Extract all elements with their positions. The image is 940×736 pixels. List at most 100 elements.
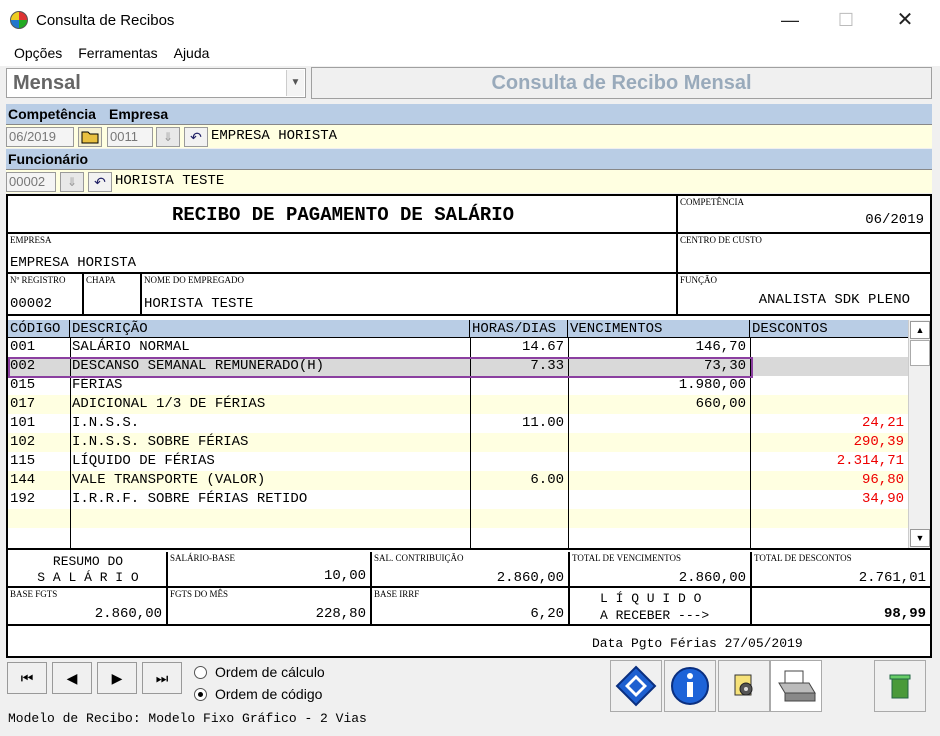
order-calc-radio[interactable]: Ordem de cálculo xyxy=(194,664,325,680)
total-descontos-value: 2.761,01 xyxy=(858,570,926,586)
total-vencimentos-cell: TOTAL DE VENCIMENTOS 2.860,00 xyxy=(570,552,752,588)
registro-cell: Nº REGISTRO 00002 xyxy=(8,274,84,316)
undo-icon[interactable]: ↶ xyxy=(184,127,208,147)
print-button[interactable] xyxy=(770,660,822,712)
settings-button[interactable] xyxy=(718,660,770,712)
title-bar: Consulta de Recibos — ☐ ✕ xyxy=(0,0,940,40)
table-row[interactable]: 144 VALE TRANSPORTE (VALOR) 6.00 96,80 xyxy=(8,471,908,490)
empresa-cell-label: EMPRESA xyxy=(10,235,52,245)
resumo-label-line2: S A L Á R I O xyxy=(37,570,139,585)
next-record-button[interactable]: ▶ xyxy=(97,662,137,694)
undo-icon[interactable]: ↶ xyxy=(88,172,112,192)
total-descontos-cell: TOTAL DE DESCONTOS 2.761,01 xyxy=(752,552,930,588)
competencia-empresa-fields: 06/2019 0011 ⇓ ↶ EMPRESA HORISTA xyxy=(6,124,932,148)
cell-vencimentos: 146,70 xyxy=(695,339,746,355)
cell-codigo: 192 xyxy=(10,491,36,507)
cell-descricao: DESCANSO SEMANAL REMUNERADO(H) xyxy=(72,358,325,374)
fgts-mes-label: FGTS DO MÊS xyxy=(170,589,229,599)
cell-codigo: 002 xyxy=(10,358,36,374)
funcao-label: FUNÇÃO xyxy=(680,275,718,285)
cell-descontos: 34,90 xyxy=(861,491,904,507)
cell-descontos: 290,39 xyxy=(853,434,904,450)
fgts-mes-value: 228,80 xyxy=(315,606,366,622)
cell-descontos: 2.314,71 xyxy=(836,453,904,469)
last-record-button[interactable]: ⏭ xyxy=(142,662,182,694)
funcionario-name: HORISTA TESTE xyxy=(115,173,225,189)
cell-codigo: 115 xyxy=(10,453,36,469)
funcionario-code-input[interactable]: 00002 xyxy=(6,172,56,192)
modelo-recibo-status: Modelo de Recibo: Modelo Fixo Gráfico - … xyxy=(8,711,367,726)
table-row[interactable]: 192 I.R.R.F. SOBRE FÉRIAS RETIDO 34,90 xyxy=(8,490,908,509)
close-button[interactable]: ✕ xyxy=(893,8,917,32)
cell-codigo: 017 xyxy=(10,396,36,412)
competencia-cell-value: 06/2019 xyxy=(865,212,924,228)
base-fgts-label: BASE FGTS xyxy=(10,589,58,599)
app-icon xyxy=(10,11,28,29)
radio-checked-icon[interactable] xyxy=(194,687,207,701)
first-record-button[interactable]: ⏮ xyxy=(7,662,47,694)
funcionario-label-bar: Funcionário xyxy=(6,149,932,169)
empresa-name: EMPRESA HORISTA xyxy=(211,128,338,144)
empresa-cell-value: EMPRESA HORISTA xyxy=(10,255,137,271)
resumo-label-line1: RESUMO DO xyxy=(52,554,124,569)
window-title: Consulta de Recibos xyxy=(36,11,175,29)
download-icon[interactable]: ⇓ xyxy=(156,127,180,147)
funcao-cell: FUNÇÃO ANALISTA SDK PLENO xyxy=(678,274,930,316)
chevron-down-icon[interactable]: ▼ xyxy=(286,70,304,96)
table-row[interactable]: 001 SALÁRIO NORMAL 14.67 146,70 xyxy=(8,338,908,357)
order-code-label: Ordem de código xyxy=(215,686,323,702)
empresa-code-input[interactable]: 0011 xyxy=(107,127,153,147)
radio-icon[interactable] xyxy=(194,665,207,679)
minimize-button[interactable]: — xyxy=(778,8,802,32)
table-row[interactable]: 015 FÉRIAS 1.980,00 xyxy=(8,376,908,395)
centro-custo-cell: CENTRO DE CUSTO xyxy=(678,234,930,274)
competencia-label: Competência xyxy=(8,106,96,122)
mode-select[interactable]: Mensal ▼ xyxy=(6,68,306,98)
maximize-button[interactable]: ☐ xyxy=(834,8,858,32)
delete-button[interactable] xyxy=(874,660,926,712)
col-horas: HORAS/DIAS xyxy=(470,320,568,338)
table-row[interactable]: 101 I.N.S.S. 11.00 24,21 xyxy=(8,414,908,433)
liquido-value: 98,99 xyxy=(883,606,926,622)
items-scrollbar[interactable]: ▲ ▼ xyxy=(908,320,930,548)
col-vencimentos: VENCIMENTOS xyxy=(568,320,750,338)
navigate-button[interactable] xyxy=(610,660,662,712)
table-row[interactable]: 102 I.N.S.S. SOBRE FÉRIAS 290,39 xyxy=(8,433,908,452)
cell-vencimentos: 1.980,00 xyxy=(678,377,746,393)
table-row[interactable]: 115 LÍQUIDO DE FÉRIAS 2.314,71 xyxy=(8,452,908,471)
menu-opcoes[interactable]: Opções xyxy=(0,45,70,61)
base-fgts-value: 2.860,00 xyxy=(94,606,162,622)
sal-contribuicao-value: 2.860,00 xyxy=(496,570,564,586)
total-vencimentos-value: 2.860,00 xyxy=(678,570,746,586)
menu-ferramentas[interactable]: Ferramentas xyxy=(70,45,165,61)
cell-descricao: I.N.S.S. SOBRE FÉRIAS xyxy=(72,434,249,450)
chapa-cell: CHAPA xyxy=(84,274,142,316)
info-icon xyxy=(671,667,709,705)
scroll-thumb[interactable] xyxy=(910,340,930,366)
table-row[interactable]: 002 DESCANSO SEMANAL REMUNERADO(H) 7.33 73,… xyxy=(8,357,908,376)
download-icon[interactable]: ⇓ xyxy=(60,172,84,192)
table-row[interactable]: 017 ADICIONAL 1/3 DE FÉRIAS 660,00 xyxy=(8,395,908,414)
scroll-up-icon[interactable]: ▲ xyxy=(910,321,930,339)
mode-select-value: Mensal xyxy=(13,72,81,94)
competencia-input[interactable]: 06/2019 xyxy=(6,127,74,147)
base-fgts-cell: BASE FGTS 2.860,00 xyxy=(8,588,168,626)
cell-descontos: 24,21 xyxy=(861,415,904,431)
col-divider xyxy=(568,338,569,548)
folder-icon[interactable] xyxy=(78,127,102,147)
cell-horas: 7.33 xyxy=(530,358,564,374)
competencia-empresa-label-bar: Competência Empresa xyxy=(6,104,932,124)
receipt: RECIBO DE PAGAMENTO DE SALÁRIO COMPETÊNC… xyxy=(6,194,932,658)
printer-icon xyxy=(778,670,816,702)
cell-codigo: 101 xyxy=(10,415,36,431)
menu-ajuda[interactable]: Ajuda xyxy=(166,45,218,61)
funcionario-label: Funcionário xyxy=(8,151,89,167)
scroll-down-icon[interactable]: ▼ xyxy=(910,529,930,547)
order-code-radio[interactable]: Ordem de código xyxy=(194,686,322,702)
prev-record-button[interactable]: ◀ xyxy=(52,662,92,694)
col-descricao: DESCRIÇÃO xyxy=(70,320,470,338)
table-row-empty xyxy=(8,509,908,528)
table-row-empty xyxy=(8,528,908,547)
info-button[interactable] xyxy=(664,660,716,712)
fgts-mes-cell: FGTS DO MÊS 228,80 xyxy=(168,588,372,626)
